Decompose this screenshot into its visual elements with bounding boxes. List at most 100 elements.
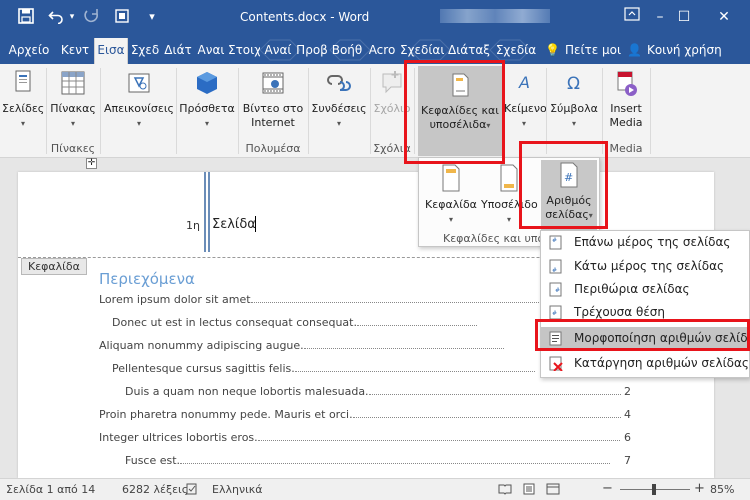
group-tables: Πίνακες [50,142,96,155]
header-page-text[interactable]: Σελίδα [212,217,256,232]
highlight-format-page-numbers [535,319,750,351]
addins-button[interactable]: Πρόσθετα ▾ [178,68,236,131]
highlight-page-number [519,141,608,229]
online-video-button[interactable]: Βίντεο στο Internet [240,68,306,130]
web-layout-icon[interactable] [546,483,560,498]
toc-entry[interactable]: Fusce est. [125,454,621,467]
status-page[interactable]: Σελίδα 1 από 14 [6,483,95,496]
title-bar: ▾ ▾ Contents.docx - Word – ☐ ✕ [0,0,750,36]
zoom-in-button[interactable]: + [694,481,705,496]
toc-entry[interactable]: Integer ultrices lobortis eros. [99,431,621,444]
comment-icon [382,71,402,94]
text-cursor [255,216,256,232]
touch-mode-icon[interactable] [112,8,132,29]
menu-item-top-of-page[interactable]: # Επάνω μέρος της σελίδας [541,231,749,254]
header-page-number[interactable]: 1η [186,219,200,232]
toc-page-number: 2 [624,385,631,398]
share-button[interactable]: 👤 Κοινή χρήση [627,36,722,64]
tab-layout[interactable]: Διάτ [162,36,194,64]
ribbon-display-icon[interactable] [620,7,644,27]
customize-quick-access-icon[interactable]: ▾ [142,8,162,26]
tab-file[interactable]: Αρχείο [4,36,54,64]
undo-dropdown-icon[interactable]: ▾ [62,8,82,26]
tab-acrobat[interactable]: Acro [366,36,398,64]
toc-page-number: 6 [624,431,631,444]
svg-text:#: # [555,287,560,294]
insert-media-icon [617,71,637,96]
toc-page-number: 4 [624,408,631,421]
current-position-icon: # [549,305,562,320]
toc-title[interactable]: Περιεχόμενα [99,270,195,288]
table-icon [61,71,85,95]
tab-design[interactable]: Σχεδ [130,36,160,64]
svg-text:#: # [552,310,557,317]
header-tag: Κεφαλίδα [21,258,87,275]
tab-view[interactable]: Προβ [296,36,328,64]
redo-icon[interactable] [82,8,102,29]
minimize-button[interactable]: – [648,7,672,27]
status-bar: Σελίδα 1 από 14 6282 λέξεις Ελληνικά − +… [0,478,750,500]
insert-media-button[interactable]: Insert Media [604,68,648,130]
pages-icon [15,70,31,92]
tab-mailings[interactable]: Στοιχ [228,36,260,64]
window-title: Contents.docx - Word [240,10,370,24]
toc-entry[interactable]: Proin pharetra nonummy pede. Mauris et o… [99,408,621,421]
person-icon: 👤 [627,43,642,57]
page-bottom-icon: # [549,259,562,274]
group-media-2: Media [609,142,643,155]
symbols-button[interactable]: Ω Σύμβολα ▾ [548,68,600,131]
illustrations-button[interactable]: Απεικονίσεις ▾ [102,68,176,131]
header-field-marker [204,172,210,252]
ribbon-insert: Σελίδες ▾ Πίνακας ▾ Πίνακες Απεικονίσεις ▾ … [0,64,750,158]
move-handle-icon[interactable]: ✛ [86,158,97,169]
maximize-button[interactable]: ☐ [672,7,696,27]
text-box-icon: A [518,73,530,92]
zoom-level[interactable]: 85% [710,483,734,496]
table-button[interactable]: Πίνακας ▾ [48,68,98,131]
header-icon [442,164,460,192]
menu-item-bottom-of-page[interactable]: # Κάτω μέρος της σελίδας [541,255,749,278]
video-icon [262,72,284,94]
pages-button[interactable]: Σελίδες ▾ [2,68,44,131]
store-icon [197,72,217,94]
header-button[interactable]: Κεφαλίδα ▾ [421,162,481,227]
ribbon-tabs: Αρχείο Κεντ Εισα Σχεδ Διάτ Αναι Στοιχ Αν… [0,36,750,64]
tab-home[interactable]: Κεντ [58,36,92,64]
text-button[interactable]: A Κείμενο ▾ [504,68,547,131]
tab-help[interactable]: Βοήθ [330,36,364,64]
toc-page-number: 7 [624,454,631,467]
highlight-header-footer [404,60,505,164]
toc-entry[interactable]: Aliquam nonummy adipiscing augue. [99,339,538,352]
omega-icon: Ω [567,74,580,94]
proofing-icon[interactable] [186,483,198,498]
svg-text:A: A [518,73,530,92]
status-words[interactable]: 6282 λέξεις [122,483,188,496]
tab-references[interactable]: Αναι [196,36,226,64]
tab-insert[interactable]: Εισα [94,38,128,64]
menu-item-remove-page-numbers[interactable]: Κατάργηση αριθμών σελίδας [541,352,749,375]
links-button[interactable]: Συνδέσεις ▾ [310,68,368,131]
toc-entry[interactable]: Duis a quam non neque lobortis malesuada… [125,385,621,398]
toc-entry[interactable]: Donec ut est in lectus consequat consequ… [112,316,538,329]
menu-item-page-margins[interactable]: # Περιθώρια σελίδας [541,278,749,301]
read-mode-icon[interactable] [498,483,512,498]
svg-text:Ω: Ω [567,74,580,94]
zoom-out-button[interactable]: − [602,481,613,496]
svg-text:#: # [552,267,557,274]
lightbulb-icon: 💡 [545,43,560,57]
page-number-menu: # Επάνω μέρος της σελίδας # Κάτω μέρος τ… [540,230,750,378]
page-top-icon: # [549,235,562,250]
status-language[interactable]: Ελληνικά [212,483,263,496]
group-media: Πολυμέσα [245,142,301,155]
zoom-slider-thumb[interactable] [652,484,656,495]
page-margins-icon: # [549,282,562,297]
remove-page-numbers-icon [549,356,563,371]
tell-me-box[interactable]: 💡 Πείτε μοι [545,36,621,64]
toc-entry[interactable]: Pellentesque cursus sagittis felis. [112,362,538,375]
save-icon[interactable] [16,8,36,29]
tab-review[interactable]: Αναί [262,36,294,64]
close-button[interactable]: ✕ [712,7,736,27]
account-name-blurred[interactable] [440,9,550,23]
print-layout-icon[interactable] [522,483,536,498]
link-icon [327,75,351,91]
